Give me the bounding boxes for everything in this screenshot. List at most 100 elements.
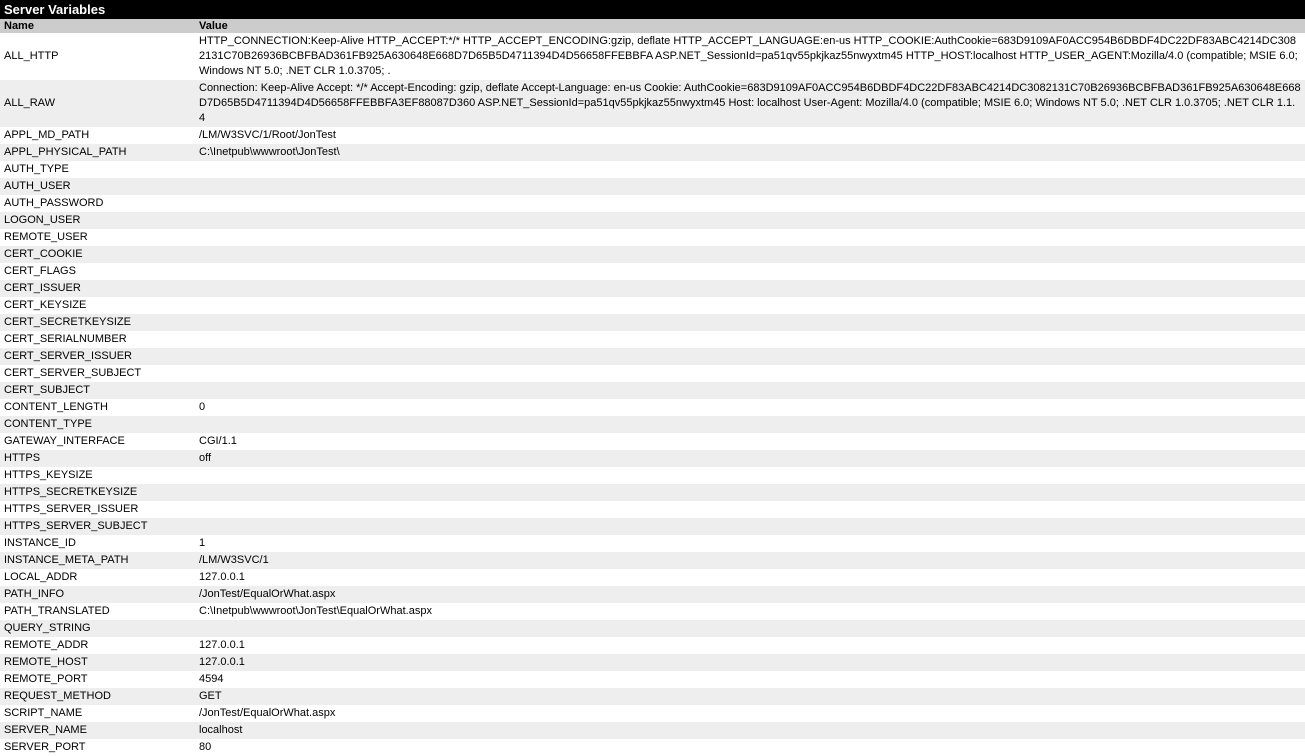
variable-name: CERT_ISSUER: [0, 280, 195, 297]
variable-name: REQUEST_METHOD: [0, 688, 195, 705]
variable-name: HTTPS_SECRETKEYSIZE: [0, 484, 195, 501]
table-row: INSTANCE_META_PATH/LM/W3SVC/1: [0, 552, 1305, 569]
variable-value: 127.0.0.1: [195, 654, 1305, 671]
variable-value: CGI/1.1: [195, 433, 1305, 450]
table-row: SCRIPT_NAME/JonTest/EqualOrWhat.aspx: [0, 705, 1305, 722]
variable-value: HTTP_CONNECTION:Keep-Alive HTTP_ACCEPT:*…: [195, 33, 1305, 80]
table-row: APPL_PHYSICAL_PATHC:\Inetpub\wwwroot\Jon…: [0, 144, 1305, 161]
column-header-name: Name: [0, 19, 195, 33]
variable-value: [195, 331, 1305, 348]
variable-name: GATEWAY_INTERFACE: [0, 433, 195, 450]
table-row: CERT_SUBJECT: [0, 382, 1305, 399]
table-row: CERT_SERIALNUMBER: [0, 331, 1305, 348]
variable-name: HTTPS: [0, 450, 195, 467]
variable-value: localhost: [195, 722, 1305, 739]
table-row: AUTH_USER: [0, 178, 1305, 195]
variable-value: C:\Inetpub\wwwroot\JonTest\EqualOrWhat.a…: [195, 603, 1305, 620]
table-row: HTTPS_KEYSIZE: [0, 467, 1305, 484]
variable-name: INSTANCE_ID: [0, 535, 195, 552]
variable-name: CERT_COOKIE: [0, 246, 195, 263]
variable-value: Connection: Keep-Alive Accept: */* Accep…: [195, 80, 1305, 127]
variable-value: [195, 246, 1305, 263]
variable-value: GET: [195, 688, 1305, 705]
table-row: CERT_SERVER_SUBJECT: [0, 365, 1305, 382]
variable-value: [195, 501, 1305, 518]
variable-name: CERT_KEYSIZE: [0, 297, 195, 314]
variable-value: [195, 178, 1305, 195]
column-header-value: Value: [195, 19, 1305, 33]
variable-value: [195, 280, 1305, 297]
variable-value: 127.0.0.1: [195, 637, 1305, 654]
table-row: AUTH_PASSWORD: [0, 195, 1305, 212]
variable-name: APPL_MD_PATH: [0, 127, 195, 144]
variable-name: CONTENT_LENGTH: [0, 399, 195, 416]
variable-name: SERVER_PORT: [0, 739, 195, 756]
variable-value: 1: [195, 535, 1305, 552]
variable-value: [195, 263, 1305, 280]
variable-name: CERT_SERIALNUMBER: [0, 331, 195, 348]
variable-name: ALL_HTTP: [0, 33, 195, 80]
table-row: CERT_SERVER_ISSUER: [0, 348, 1305, 365]
table-row: QUERY_STRING: [0, 620, 1305, 637]
variable-value: /LM/W3SVC/1/Root/JonTest: [195, 127, 1305, 144]
table-row: SERVER_PORT80: [0, 739, 1305, 756]
table-row: GATEWAY_INTERFACECGI/1.1: [0, 433, 1305, 450]
variable-value: /JonTest/EqualOrWhat.aspx: [195, 705, 1305, 722]
variable-name: CERT_SECRETKEYSIZE: [0, 314, 195, 331]
variable-name: REMOTE_ADDR: [0, 637, 195, 654]
variable-value: 0: [195, 399, 1305, 416]
variable-value: [195, 161, 1305, 178]
variable-name: CONTENT_TYPE: [0, 416, 195, 433]
variable-value: [195, 467, 1305, 484]
table-row: CONTENT_LENGTH0: [0, 399, 1305, 416]
variable-value: [195, 382, 1305, 399]
variable-name: CERT_SERVER_ISSUER: [0, 348, 195, 365]
table-row: REMOTE_ADDR127.0.0.1: [0, 637, 1305, 654]
table-row: HTTPSoff: [0, 450, 1305, 467]
table-row: ALL_HTTPHTTP_CONNECTION:Keep-Alive HTTP_…: [0, 33, 1305, 80]
variable-value: 4594: [195, 671, 1305, 688]
variable-value: [195, 297, 1305, 314]
variable-name: QUERY_STRING: [0, 620, 195, 637]
table-header-row: Name Value: [0, 19, 1305, 33]
table-row: INSTANCE_ID1: [0, 535, 1305, 552]
variable-value: [195, 365, 1305, 382]
variable-name: HTTPS_SERVER_ISSUER: [0, 501, 195, 518]
table-row: CONTENT_TYPE: [0, 416, 1305, 433]
variable-name: REMOTE_USER: [0, 229, 195, 246]
table-row: ALL_RAWConnection: Keep-Alive Accept: */…: [0, 80, 1305, 127]
table-row: APPL_MD_PATH/LM/W3SVC/1/Root/JonTest: [0, 127, 1305, 144]
table-row: CERT_ISSUER: [0, 280, 1305, 297]
variable-value: [195, 314, 1305, 331]
table-row: LOGON_USER: [0, 212, 1305, 229]
table-row: REMOTE_USER: [0, 229, 1305, 246]
table-row: CERT_KEYSIZE: [0, 297, 1305, 314]
variable-name: LOCAL_ADDR: [0, 569, 195, 586]
variable-value: [195, 229, 1305, 246]
server-variables-table: Name Value ALL_HTTPHTTP_CONNECTION:Keep-…: [0, 19, 1305, 756]
variable-value: /JonTest/EqualOrWhat.aspx: [195, 586, 1305, 603]
table-row: CERT_SECRETKEYSIZE: [0, 314, 1305, 331]
variable-value: off: [195, 450, 1305, 467]
variable-name: REMOTE_PORT: [0, 671, 195, 688]
table-row: LOCAL_ADDR127.0.0.1: [0, 569, 1305, 586]
table-row: REMOTE_HOST127.0.0.1: [0, 654, 1305, 671]
variable-name: PATH_TRANSLATED: [0, 603, 195, 620]
table-row: REMOTE_PORT4594: [0, 671, 1305, 688]
table-row: HTTPS_SERVER_SUBJECT: [0, 518, 1305, 535]
variable-name: HTTPS_SERVER_SUBJECT: [0, 518, 195, 535]
variable-value: 127.0.0.1: [195, 569, 1305, 586]
section-title: Server Variables: [0, 0, 1305, 19]
variable-value: 80: [195, 739, 1305, 756]
table-row: HTTPS_SECRETKEYSIZE: [0, 484, 1305, 501]
variable-name: SERVER_NAME: [0, 722, 195, 739]
variable-name: HTTPS_KEYSIZE: [0, 467, 195, 484]
variable-name: AUTH_TYPE: [0, 161, 195, 178]
variable-name: CERT_SERVER_SUBJECT: [0, 365, 195, 382]
variable-name: ALL_RAW: [0, 80, 195, 127]
table-row: AUTH_TYPE: [0, 161, 1305, 178]
variable-value: [195, 195, 1305, 212]
table-row: CERT_FLAGS: [0, 263, 1305, 280]
variable-value: /LM/W3SVC/1: [195, 552, 1305, 569]
variable-name: LOGON_USER: [0, 212, 195, 229]
